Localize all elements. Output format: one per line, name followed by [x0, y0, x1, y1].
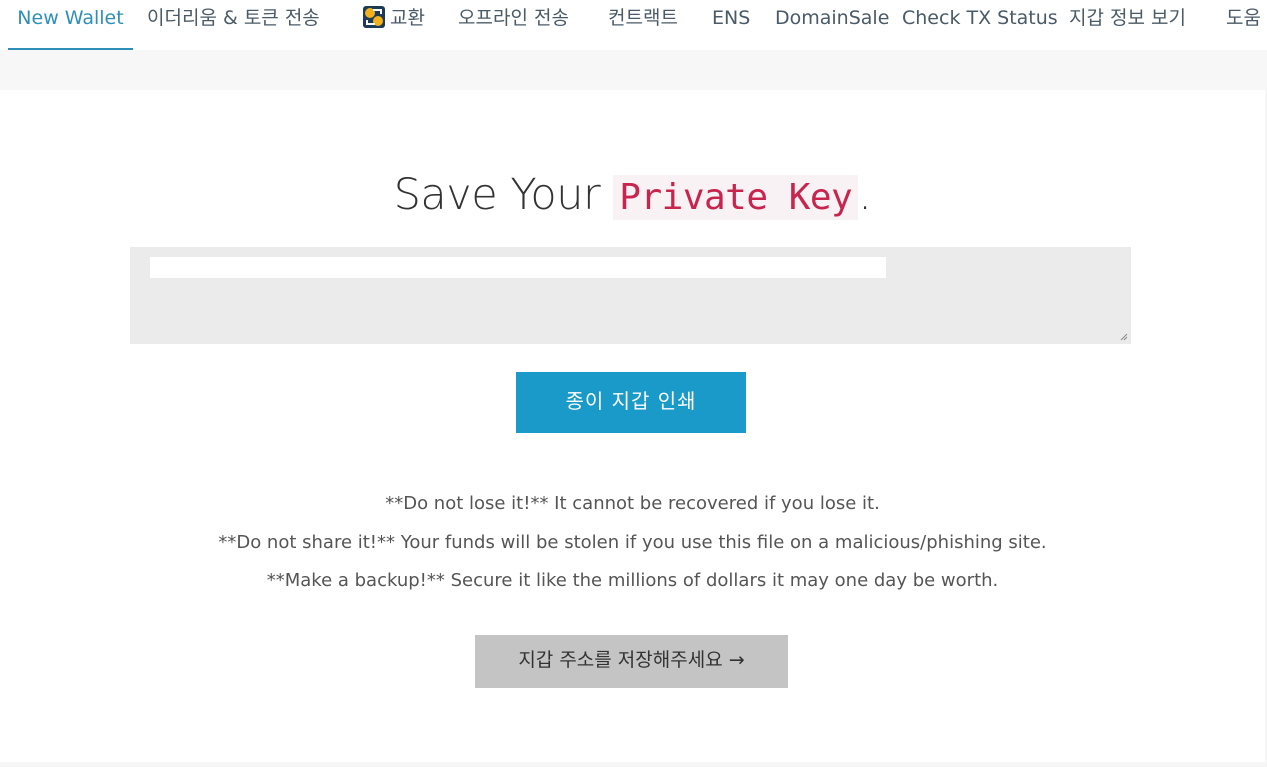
private-key-redaction — [150, 257, 886, 278]
tab-label: New Wallet — [17, 7, 124, 29]
tab-help[interactable]: 도움 — [1226, 0, 1261, 48]
tab-new-wallet[interactable]: New Wallet — [8, 0, 133, 50]
warning-do-not-share: **Do not share it!** Your funds will be … — [218, 532, 1047, 553]
top-nav: New Wallet 이더리움 & 토큰 전송 교환 오프라인 전송 컨트랙트 … — [0, 0, 1267, 50]
tab-view-wallet-info[interactable]: 지갑 정보 보기 — [1069, 0, 1186, 48]
save-address-button[interactable]: 지갑 주소를 저장해주세요 → — [475, 635, 788, 688]
title-code: Private Key — [613, 175, 859, 220]
tab-send-ether-tokens[interactable]: 이더리움 & 토큰 전송 — [147, 0, 320, 48]
nav-shadow — [0, 50, 1267, 90]
tab-label: Check TX Status — [902, 7, 1058, 29]
tab-label: 이더리움 & 토큰 전송 — [147, 7, 320, 29]
tab-ens[interactable]: ENS — [712, 0, 750, 48]
print-paper-wallet-button[interactable]: 종이 지갑 인쇄 — [516, 372, 746, 433]
tab-label: 컨트랙트 — [608, 7, 678, 29]
resize-grip-icon[interactable] — [1120, 333, 1128, 341]
tab-contracts[interactable]: 컨트랙트 — [608, 0, 678, 48]
title-suffix: . — [858, 170, 872, 220]
tab-label: DomainSale — [775, 7, 890, 29]
page-title: Save Your Private Key. — [0, 170, 1265, 220]
tab-label: ENS — [712, 7, 751, 29]
save-private-key-panel: Save Your Private Key. 종이 지갑 인쇄 **Do not… — [0, 90, 1265, 762]
warning-do-not-lose: **Do not lose it!** It cannot be recover… — [385, 493, 880, 514]
tab-label: 도움 — [1226, 7, 1261, 29]
tab-domainsale[interactable]: DomainSale — [775, 0, 889, 48]
tab-label: 교환 — [390, 7, 425, 29]
title-prefix: Save Your — [393, 170, 601, 220]
private-key-textarea[interactable] — [130, 247, 1131, 344]
tab-swap[interactable]: 교환 — [362, 0, 425, 48]
tab-offline-send[interactable]: 오프라인 전송 — [458, 0, 569, 48]
tab-label: 오프라인 전송 — [458, 7, 569, 29]
tab-check-tx-status[interactable]: Check TX Status — [902, 0, 1058, 48]
warning-make-backup: **Make a backup!** Secure it like the mi… — [266, 570, 999, 591]
swap-icon — [362, 5, 386, 29]
tab-label: 지갑 정보 보기 — [1069, 7, 1186, 29]
